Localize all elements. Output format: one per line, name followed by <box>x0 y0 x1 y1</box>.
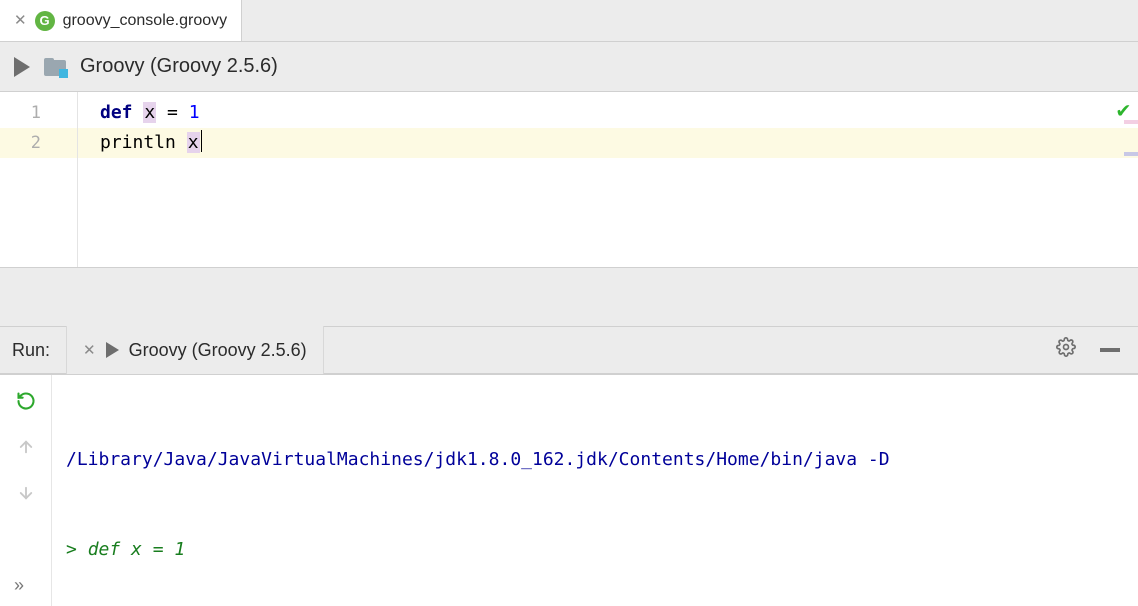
close-tab-icon[interactable]: ✕ <box>14 13 27 28</box>
groovy-file-icon: G <box>35 11 55 31</box>
text-caret <box>201 130 203 152</box>
run-panel-label: Run: <box>12 340 50 361</box>
console-command-line: /Library/Java/JavaVirtualMachines/jdk1.8… <box>66 445 1124 475</box>
more-actions-icon[interactable]: » <box>14 575 26 596</box>
rerun-button-icon[interactable] <box>12 387 40 415</box>
code-editor[interactable]: 1 2 def x = 1 println x ✔ <box>0 92 1138 267</box>
scroll-down-icon[interactable] <box>12 479 40 507</box>
code-line[interactable]: def x = 1 <box>78 98 1138 128</box>
run-button-icon[interactable] <box>14 57 30 77</box>
module-folder-icon <box>44 58 66 76</box>
editor-content[interactable]: def x = 1 println x ✔ <box>78 92 1138 267</box>
line-number[interactable]: 1 <box>0 98 77 128</box>
error-stripe-mark[interactable] <box>1124 152 1138 156</box>
run-tab-play-icon <box>106 342 119 358</box>
breadcrumb-label: Groovy (Groovy 2.5.6) <box>80 55 278 78</box>
run-console: /Library/Java/JavaVirtualMachines/jdk1.8… <box>0 374 1138 606</box>
line-number[interactable]: 2 <box>0 128 77 158</box>
file-tab[interactable]: ✕ G groovy_console.groovy <box>0 0 242 41</box>
code-line[interactable]: println x <box>78 128 1138 158</box>
run-toolwindow-header: Run: ✕ Groovy (Groovy 2.5.6) <box>0 326 1138 374</box>
run-config-tab[interactable]: ✕ Groovy (Groovy 2.5.6) <box>66 326 324 374</box>
tab-filename: groovy_console.groovy <box>63 12 228 30</box>
settings-gear-icon[interactable] <box>1050 337 1082 363</box>
console-toolbar <box>0 375 52 606</box>
scroll-up-icon[interactable] <box>12 433 40 461</box>
editor-gutter: 1 2 <box>0 92 78 267</box>
hide-panel-icon[interactable] <box>1094 348 1126 352</box>
console-echo-line: > def x = 1 <box>66 535 1124 565</box>
panel-gap <box>0 267 1138 326</box>
error-stripe-mark[interactable] <box>1124 120 1138 124</box>
editor-tab-bar: ✕ G groovy_console.groovy <box>0 0 1138 42</box>
console-output[interactable]: /Library/Java/JavaVirtualMachines/jdk1.8… <box>52 375 1138 606</box>
breadcrumb-bar: Groovy (Groovy 2.5.6) <box>0 42 1138 92</box>
run-tab-label: Groovy (Groovy 2.5.6) <box>129 340 307 361</box>
close-run-tab-icon[interactable]: ✕ <box>83 341 96 359</box>
